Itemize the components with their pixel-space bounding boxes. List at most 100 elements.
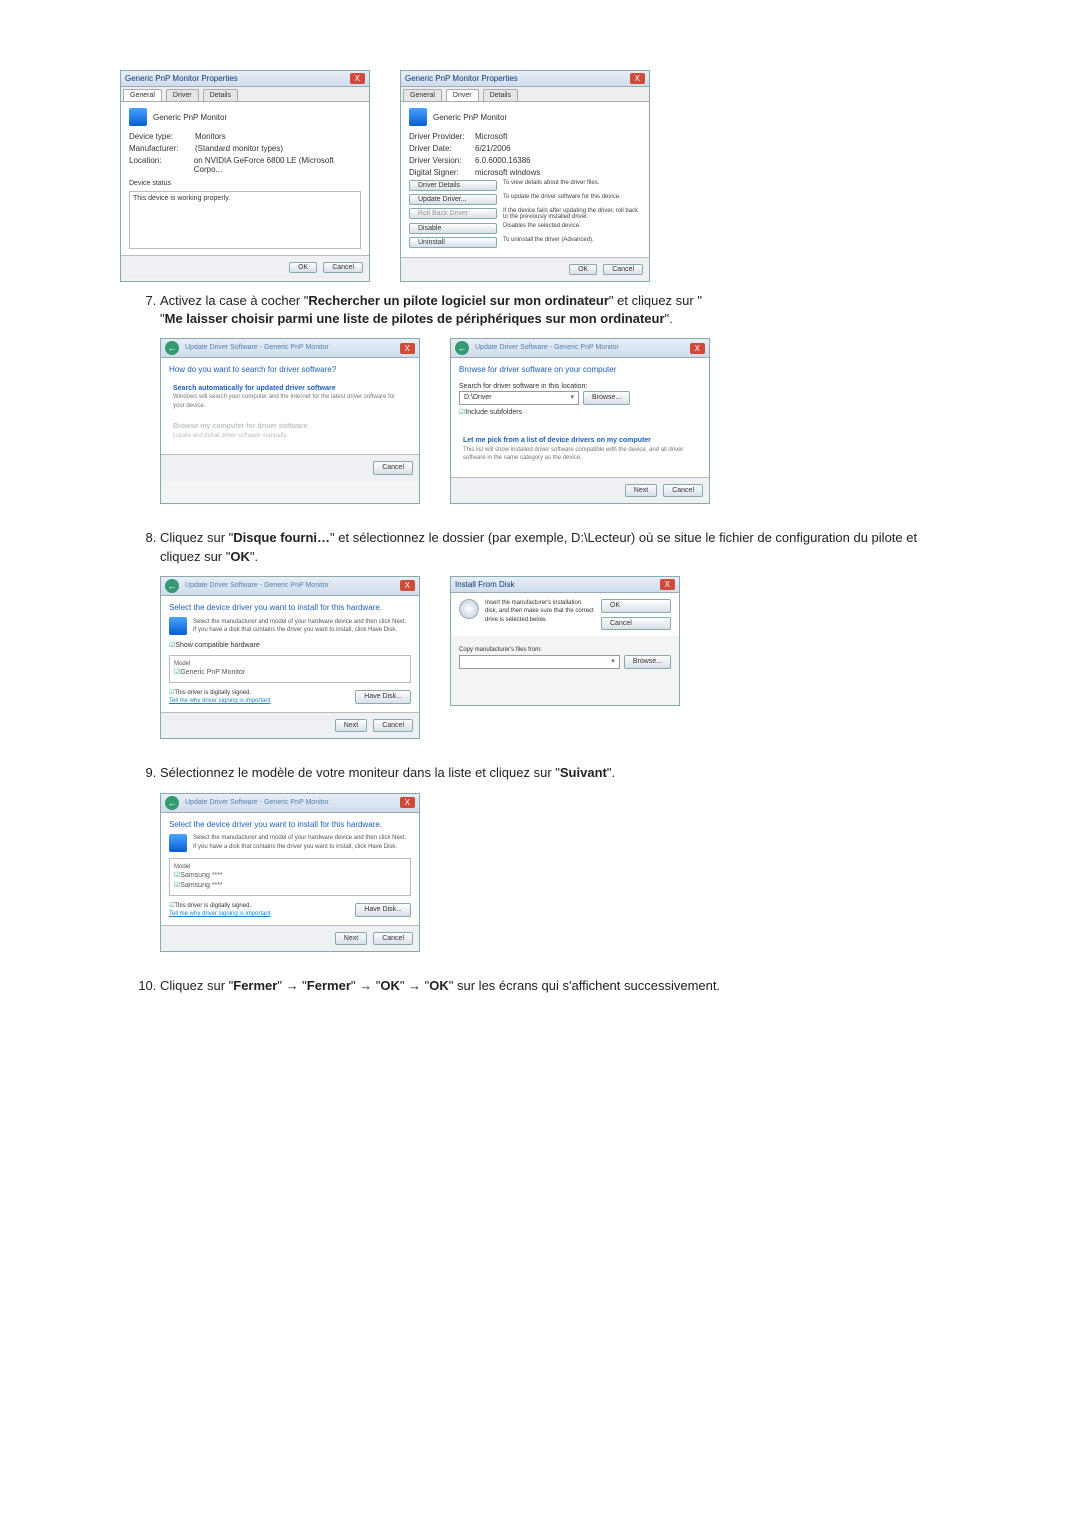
tab-general[interactable]: General (123, 89, 162, 101)
signed-label: This driver is digitally signed. (174, 903, 251, 909)
d6-title: Install From Disk (455, 579, 515, 590)
step7-b2: Me laisser choisir parmi une liste de pi… (165, 311, 665, 326)
rollback-driver-button[interactable]: Roll Back Driver (409, 208, 497, 219)
tab-general[interactable]: General (403, 89, 442, 101)
have-disk-button[interactable]: Have Disk... (355, 903, 411, 917)
step7-mid: " et cliquez sur " (609, 293, 702, 308)
model-header: Model (174, 863, 406, 871)
close-icon[interactable]: X (350, 73, 365, 84)
next-button[interactable]: Next (335, 719, 367, 733)
close-icon[interactable]: X (660, 579, 675, 590)
close-icon[interactable]: X (400, 580, 415, 591)
instruction-list: Activez la case à cocher "Rechercher un … (120, 292, 960, 996)
screenshot-select-model: ←Update Driver Software - Generic PnP Mo… (160, 793, 960, 953)
d7-sub: Select the manufacturer and model of you… (193, 834, 411, 851)
monitor-icon (169, 834, 187, 852)
s10-pre: Cliquez sur " (160, 978, 233, 993)
step-9: Sélectionnez le modèle de votre moniteur… (160, 764, 960, 952)
d3-body: How do you want to search for driver sof… (161, 358, 419, 454)
browse-button[interactable]: Browse... (624, 655, 671, 669)
driver-details-button[interactable]: Driver Details (409, 180, 497, 191)
opt-auto-search[interactable]: Search automatically for updated driver … (169, 380, 411, 415)
model-list-2: Model Samsung **** Samsung **** (169, 858, 411, 896)
opt-let-me-pick[interactable]: Let me pick from a list of device driver… (459, 432, 701, 467)
disable-button[interactable]: Disable (409, 223, 497, 234)
d6-titlebar: Install From Disk X (451, 577, 679, 593)
model-item-1[interactable]: Samsung **** (174, 871, 406, 881)
subfolders-label: Include subfolders (465, 409, 522, 416)
opt-browse[interactable]: Browse my computer for driver software L… (169, 418, 411, 444)
have-disk-button[interactable]: Have Disk... (355, 690, 411, 704)
d4-body: Browse for driver software on your compu… (451, 358, 709, 476)
update-driver-button[interactable]: Update Driver... (409, 194, 497, 205)
d4-titlebar: ←Update Driver Software - Generic PnP Mo… (451, 339, 709, 358)
back-icon[interactable]: ← (455, 341, 469, 355)
include-subfolders-checkbox[interactable]: Include subfolders (459, 408, 701, 418)
disk-icon (459, 599, 479, 619)
close-icon[interactable]: X (630, 73, 645, 84)
model-item[interactable]: Generic PnP Monitor (174, 668, 406, 678)
back-icon[interactable]: ← (165, 796, 179, 810)
s10-end: " sur les écrans qui s'affichent success… (449, 978, 720, 993)
copy-from-combo[interactable]: ▾ (459, 655, 620, 669)
lbl-device-status: Device status (129, 180, 361, 187)
cancel-button[interactable]: Cancel (663, 484, 703, 498)
lbl-location: Location: (129, 156, 188, 174)
next-button[interactable]: Next (625, 484, 657, 498)
cancel-button[interactable]: Cancel (601, 617, 671, 631)
path-combo[interactable]: D:\Driver▾ (459, 391, 579, 405)
dlg1-body: Generic PnP Monitor Device type:Monitors… (121, 102, 369, 255)
ok-button[interactable]: OK (601, 599, 671, 613)
back-icon[interactable]: ← (165, 579, 179, 593)
dlg-monitor-properties-general: Generic PnP Monitor Properties X General… (120, 70, 370, 282)
d3-crumb: Update Driver Software - Generic PnP Mon… (185, 343, 329, 353)
s10-b4: OK (429, 978, 449, 993)
lbl-date: Driver Date: (409, 144, 469, 153)
uninstall-button[interactable]: Uninstall (409, 237, 497, 248)
val-location: on NVIDIA GeForce 6800 LE (Microsoft Cor… (194, 156, 361, 174)
s10-a1: " → " (277, 978, 306, 993)
chevron-down-icon: ▾ (611, 657, 615, 667)
cancel-button[interactable]: Cancel (323, 262, 363, 273)
back-icon[interactable]: ← (165, 341, 179, 355)
close-icon[interactable]: X (690, 343, 705, 354)
tab-driver[interactable]: Driver (446, 89, 479, 101)
step8-b1: Disque fourni… (233, 530, 330, 545)
step9-pre: Sélectionnez le modèle de votre moniteur… (160, 765, 560, 780)
model-item-2[interactable]: Samsung **** (174, 881, 406, 891)
s10-a2: " → " (351, 978, 380, 993)
show-compatible-label: Show compatible hardware (175, 642, 259, 649)
close-icon[interactable]: X (400, 343, 415, 354)
why-signing-link[interactable]: Tell me why driver signing is important (169, 910, 270, 918)
ok-button[interactable]: OK (569, 264, 597, 275)
lbl-device-type: Device type: (129, 132, 189, 141)
val-date: 6/21/2006 (475, 144, 511, 153)
s10-b1: Fermer (233, 978, 277, 993)
cancel-button[interactable]: Cancel (373, 932, 413, 946)
why-signing-link[interactable]: Tell me why driver signing is important (169, 697, 270, 705)
ok-button[interactable]: OK (289, 262, 317, 273)
d7-heading: Select the device driver you want to ins… (169, 819, 411, 830)
dlg2-titlebar: Generic PnP Monitor Properties X (401, 71, 649, 87)
tab-details[interactable]: Details (483, 89, 518, 101)
dlg-update-search-choice: ← Update Driver Software - Generic PnP Mo… (160, 338, 420, 504)
s10-a3: " → " (400, 978, 429, 993)
cancel-button[interactable]: Cancel (603, 264, 643, 275)
close-icon[interactable]: X (400, 797, 415, 808)
screenshots-pair-properties: Generic PnP Monitor Properties X General… (120, 70, 960, 282)
cancel-button[interactable]: Cancel (373, 461, 413, 475)
tab-details[interactable]: Details (203, 89, 238, 101)
tab-driver[interactable]: Driver (166, 89, 199, 101)
step7-end: ". (665, 311, 673, 326)
copy-from-label: Copy manufacturer's files from: (459, 646, 671, 654)
show-compatible-checkbox[interactable]: Show compatible hardware (169, 641, 411, 651)
browse-button[interactable]: Browse... (583, 391, 630, 405)
s10-b3: OK (380, 978, 400, 993)
step-10: Cliquez sur "Fermer" → "Fermer" → "OK" →… (160, 977, 960, 995)
cancel-button[interactable]: Cancel (373, 719, 413, 733)
opt-browse-title: Browse my computer for driver software (173, 422, 407, 432)
driver-details-desc: To view details about the driver files. (503, 180, 641, 186)
dlg2-title: Generic PnP Monitor Properties (405, 74, 518, 83)
val-device-type: Monitors (195, 132, 226, 141)
next-button[interactable]: Next (335, 932, 367, 946)
